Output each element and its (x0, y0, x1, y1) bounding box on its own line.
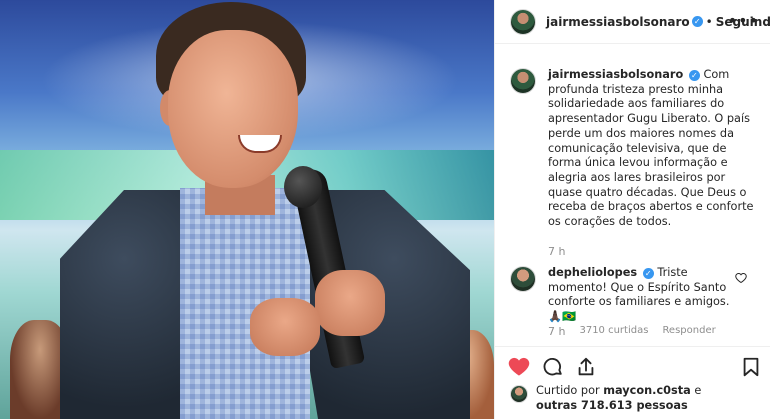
verified-icon: ✓ (691, 16, 703, 27)
reply-button[interactable]: Responder (662, 325, 715, 338)
hand-holding-mic (315, 270, 385, 336)
more-options-icon[interactable]: ••• (728, 13, 759, 29)
comment: dephelio​lopes ✓ Triste momento! Que o E… (510, 266, 755, 325)
post-header: jairmessiasbolsonaro ✓ • Seguindo ••• (495, 0, 770, 44)
caption-author-avatar[interactable] (510, 68, 536, 94)
author-avatar[interactable] (510, 8, 536, 35)
post-caption: jairmessiasbolsonaro ✓ Com profunda tris… (510, 68, 760, 230)
comment-like-heart-icon[interactable] (735, 272, 747, 284)
heart-filled-icon[interactable] (508, 356, 530, 378)
comment-likes-count[interactable]: 3710 curtidas (579, 325, 648, 338)
caption-author-username[interactable]: jairmessiasbolsonaro (548, 68, 683, 81)
verified-icon: ✓ (642, 267, 654, 279)
comment-icon[interactable] (542, 356, 564, 378)
post-photo[interactable] (0, 0, 494, 419)
likes-others-count[interactable]: outras 718.613 pessoas (536, 399, 688, 412)
commenter-avatar[interactable] (510, 266, 536, 292)
commenter-username[interactable]: dephelio​lopes (548, 266, 637, 279)
separator-dot: • (705, 14, 713, 29)
caption-body: Com profunda tristeza presto minha solid… (548, 68, 754, 229)
share-icon[interactable] (575, 356, 597, 378)
action-bar (495, 346, 770, 382)
comment-text: dephelio​lopes ✓ Triste momento! Que o E… (548, 266, 738, 325)
author-username[interactable]: jairmessiasbolsonaro (546, 15, 690, 29)
likes-prefix: Curtido por (536, 384, 604, 397)
caption-text: jairmessiasbolsonaro ✓ Com profunda tris… (548, 68, 760, 230)
liker-username[interactable]: maycon.c0sta (603, 384, 691, 397)
post-side-panel: jairmessiasbolsonaro ✓ • Seguindo ••• ja… (494, 0, 770, 419)
caption-timestamp[interactable]: 7 h (548, 245, 565, 258)
likes-text: Curtido por maycon.c0sta e outras 718.61… (536, 384, 701, 413)
likes-conjunction: e (690, 384, 702, 397)
comment-timestamp[interactable]: 7 h (548, 325, 565, 338)
liker-avatar[interactable] (510, 385, 528, 403)
verified-icon: ✓ (688, 69, 700, 81)
comment-meta: 7 h 3710 curtidas Responder (548, 325, 716, 338)
hand-on-chest (250, 298, 320, 356)
smiling-face (168, 30, 298, 188)
microphone-head (284, 166, 322, 208)
likes-summary: Curtido por maycon.c0sta e outras 718.61… (510, 384, 760, 413)
instagram-post-view: jairmessiasbolsonaro ✓ • Seguindo ••• ja… (0, 0, 770, 419)
bookmark-icon[interactable] (740, 356, 762, 378)
